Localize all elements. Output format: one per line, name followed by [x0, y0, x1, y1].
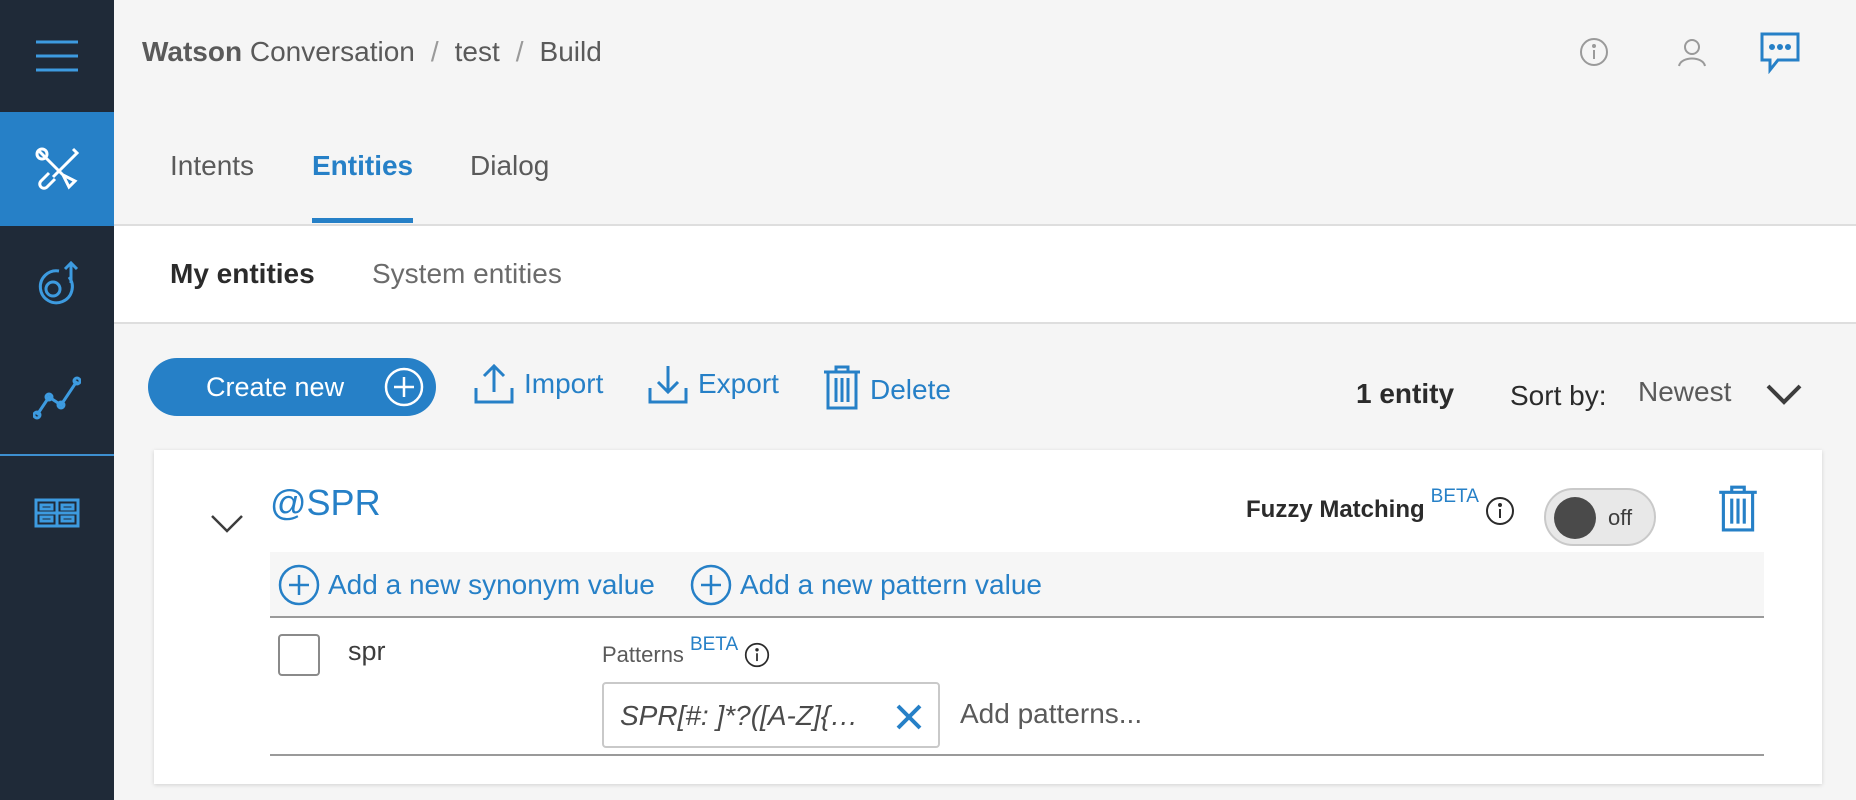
add-value-bar: Add a new synonym value Add a new patter… [270, 552, 1764, 618]
tab-system-entities[interactable]: System entities [372, 258, 562, 290]
build-tools-icon [35, 147, 80, 190]
fuzzy-matching-label: Fuzzy Matching BETA [1246, 486, 1515, 526]
fuzzy-matching-text: Fuzzy Matching [1246, 496, 1425, 523]
beta-badge: BETA [689, 634, 739, 655]
improve-chart-icon [33, 376, 81, 420]
export-label: Export [698, 368, 779, 399]
sidebar-item-workspaces[interactable] [0, 456, 114, 570]
menu-button[interactable] [0, 0, 114, 112]
fuzzy-matching-toggle[interactable]: off [1544, 488, 1656, 546]
sidebar-item-deploy[interactable] [0, 226, 114, 340]
add-pattern-value-button[interactable]: Add a new pattern value [690, 564, 1042, 606]
trash-icon[interactable] [1716, 484, 1760, 532]
info-icon[interactable] [744, 642, 770, 668]
beta-badge: BETA [1430, 486, 1479, 507]
patterns-label: Patterns BETA [602, 634, 770, 668]
breadcrumb-separator: / [515, 36, 524, 67]
menu-icon [36, 40, 78, 72]
plus-circle-icon [278, 564, 320, 606]
sort-label: Sort by: [1510, 380, 1607, 411]
pattern-chip[interactable]: SPR[#: ]*?([A-Z]{… [602, 682, 940, 748]
product-name[interactable]: Conversation [242, 36, 415, 68]
chevron-down-icon[interactable] [1764, 378, 1804, 412]
left-sidebar [0, 0, 114, 800]
info-button[interactable] [1574, 32, 1614, 72]
sidebar-item-improve[interactable] [0, 340, 114, 454]
chat-button[interactable] [1758, 30, 1802, 74]
add-patterns-input[interactable] [960, 698, 1360, 730]
import-button[interactable]: Import [472, 362, 603, 406]
user-button[interactable] [1672, 32, 1712, 72]
workspaces-icon [34, 498, 80, 528]
tab-my-entities[interactable]: My entities [170, 258, 315, 290]
breadcrumb: Watson Conversation / test / Build [142, 36, 602, 68]
toggle-knob [1554, 497, 1596, 539]
brand-name[interactable]: Watson [142, 36, 242, 68]
user-icon [1678, 39, 1706, 67]
create-new-label: Create new [206, 371, 345, 402]
entity-subtabs: My entities System entities [114, 226, 1856, 324]
breadcrumb-separator: / [430, 36, 439, 67]
patterns-label-text: Patterns [602, 642, 684, 667]
download-icon [648, 366, 688, 404]
breadcrumb-workspace[interactable]: test [455, 36, 500, 68]
plus-circle-icon [690, 564, 732, 606]
main-tabs: Intents Entities Dialog [114, 112, 1856, 226]
info-icon [1580, 38, 1608, 66]
tab-intents[interactable]: Intents [170, 150, 254, 218]
breadcrumb-page: Build [539, 36, 602, 67]
add-synonym-label: Add a new synonym value [328, 569, 655, 600]
upload-icon [474, 363, 514, 404]
import-label: Import [524, 368, 604, 399]
add-pattern-label: Add a new pattern value [740, 569, 1042, 600]
delete-button[interactable]: Delete [822, 364, 951, 410]
sidebar-item-build[interactable] [0, 112, 114, 226]
tab-entities[interactable]: Entities [312, 150, 414, 223]
plus-circle-icon [384, 367, 424, 407]
info-icon[interactable] [1485, 496, 1515, 526]
tab-dialog[interactable]: Dialog [470, 150, 549, 218]
export-button[interactable]: Export [646, 362, 779, 406]
pattern-text: SPR[#: ]*?([A-Z]{… [620, 700, 859, 731]
expand-chevron-icon[interactable] [210, 512, 244, 534]
deploy-icon [38, 260, 79, 305]
value-name[interactable]: spr [348, 636, 386, 667]
sort-dropdown[interactable]: Newest [1638, 376, 1731, 408]
toggle-state: off [1608, 505, 1633, 530]
create-new-button[interactable]: Create new [148, 358, 436, 416]
top-header: Watson Conversation / test / Build [114, 0, 1856, 112]
value-checkbox[interactable] [278, 634, 320, 676]
add-synonym-value-button[interactable]: Add a new synonym value [278, 564, 655, 606]
close-icon[interactable] [894, 702, 924, 732]
entity-card: @SPR Fuzzy Matching BETA off Add a new s… [154, 450, 1822, 784]
entity-count: 1 entity [1356, 378, 1455, 409]
entity-value-row: spr Patterns BETA SPR[#: ]*?([A-Z]{… [270, 620, 1764, 756]
chat-icon [1760, 32, 1800, 74]
entity-name[interactable]: @SPR [270, 482, 381, 524]
trash-icon [824, 365, 860, 410]
delete-label: Delete [870, 374, 951, 405]
